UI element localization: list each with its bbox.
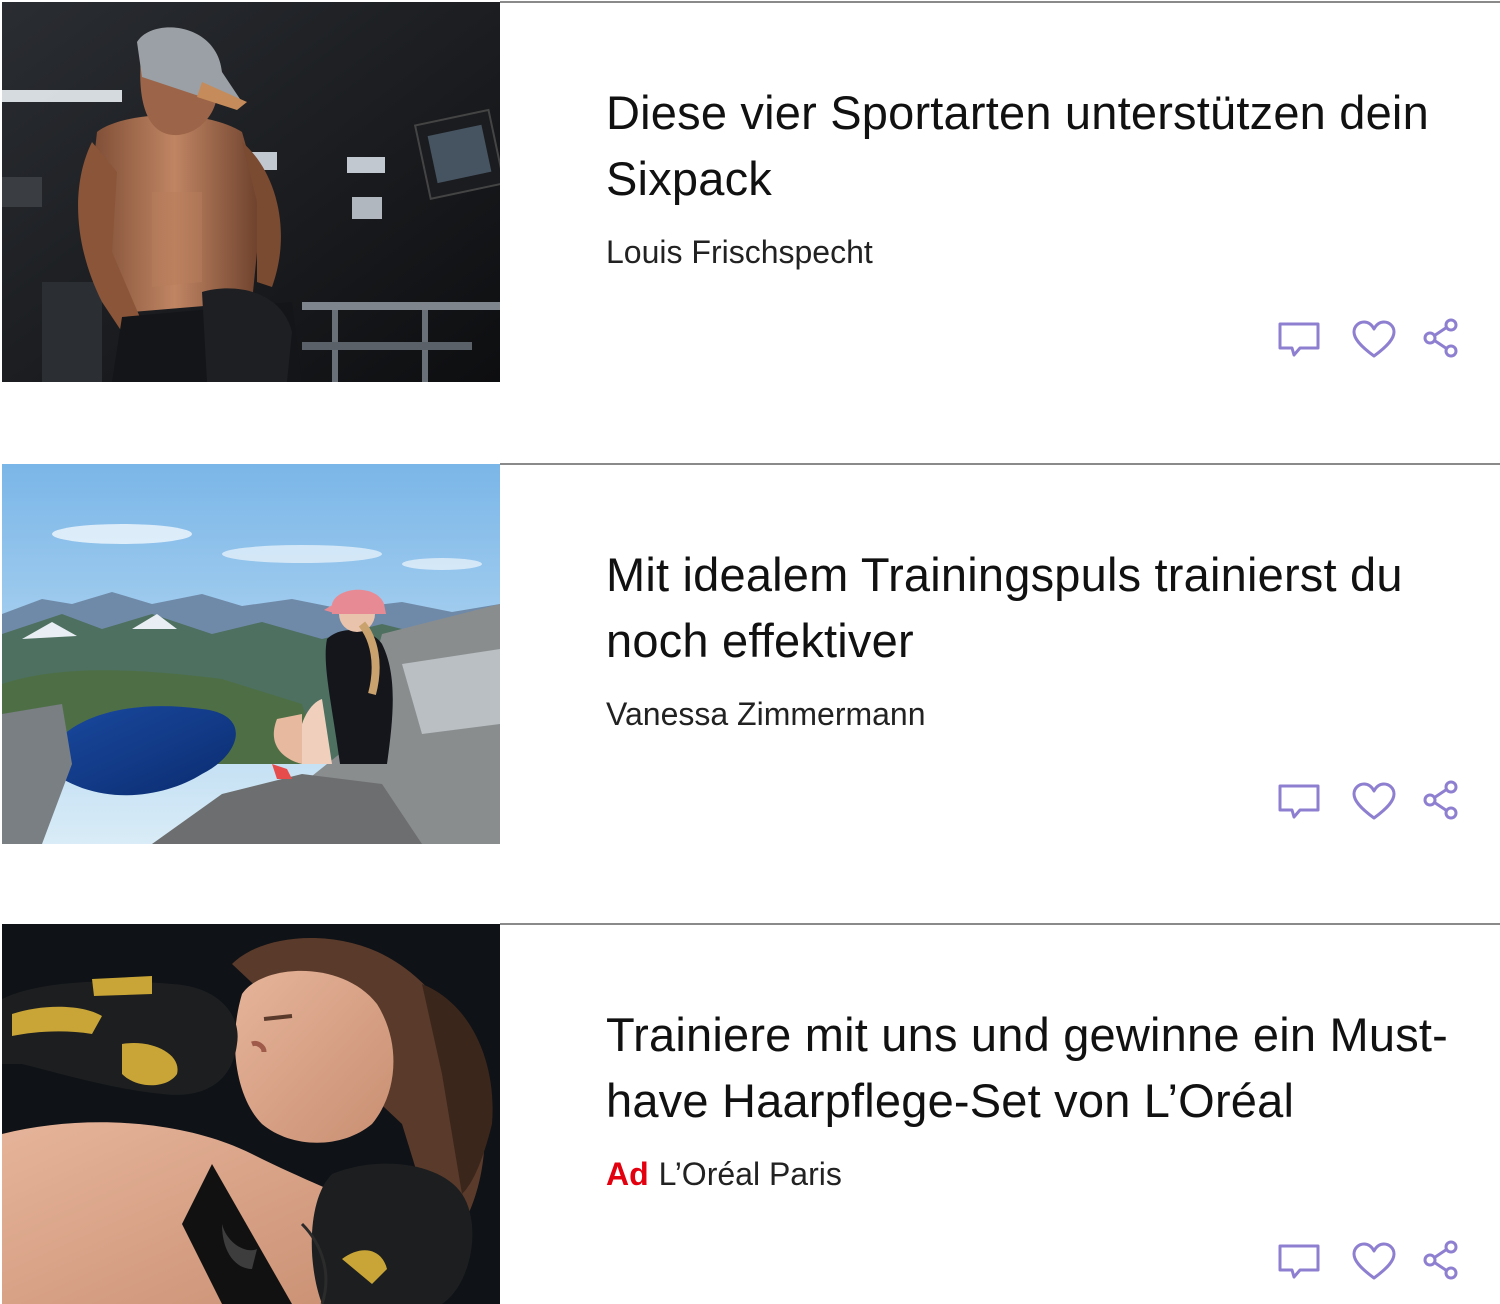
article-title[interactable]: Mit idealem Trainingspuls trainierst du … [606,542,1466,674]
article-thumbnail[interactable] [2,464,500,844]
article-title[interactable]: Trainiere mit uns und gewinne ein Must-h… [606,1002,1466,1134]
heart-icon[interactable] [1351,782,1397,822]
article-thumbnail[interactable] [2,924,500,1304]
article-card: Mit idealem Trainingspuls trainierst du … [0,463,1500,844]
article-card: Diese vier Sportarten unterstützen dein … [0,1,1500,382]
heart-icon[interactable] [1351,320,1397,360]
sponsor-name: L’Oréal Paris [658,1156,842,1192]
author-name: Louis Frischspecht [606,234,873,270]
mountain-photo [2,464,500,844]
article-thumbnail[interactable] [2,2,500,382]
comment-icon[interactable] [1276,782,1322,822]
share-icon[interactable] [1423,1240,1459,1280]
comment-icon[interactable] [1276,320,1322,360]
gym-photo [2,2,500,382]
heart-icon[interactable] [1351,1242,1397,1282]
article-byline: Vanessa Zimmermann [606,694,926,734]
ad-badge: Ad [606,1156,649,1192]
share-icon[interactable] [1423,780,1459,820]
article-actions [1270,1236,1470,1288]
comment-icon[interactable] [1276,1242,1322,1282]
boxing-photo [2,924,500,1304]
share-icon[interactable] [1423,318,1459,358]
divider [500,923,1500,925]
article-title[interactable]: Diese vier Sportarten unterstützen dein … [606,80,1466,212]
article-card: Trainiere mit uns und gewinne ein Must-h… [0,923,1500,1304]
article-byline: Ad L’Oréal Paris [606,1154,842,1194]
divider [500,463,1500,465]
article-actions [1270,314,1470,366]
article-byline: Louis Frischspecht [606,232,873,272]
author-name: Vanessa Zimmermann [606,696,926,732]
divider [500,1,1500,3]
article-actions [1270,776,1470,828]
